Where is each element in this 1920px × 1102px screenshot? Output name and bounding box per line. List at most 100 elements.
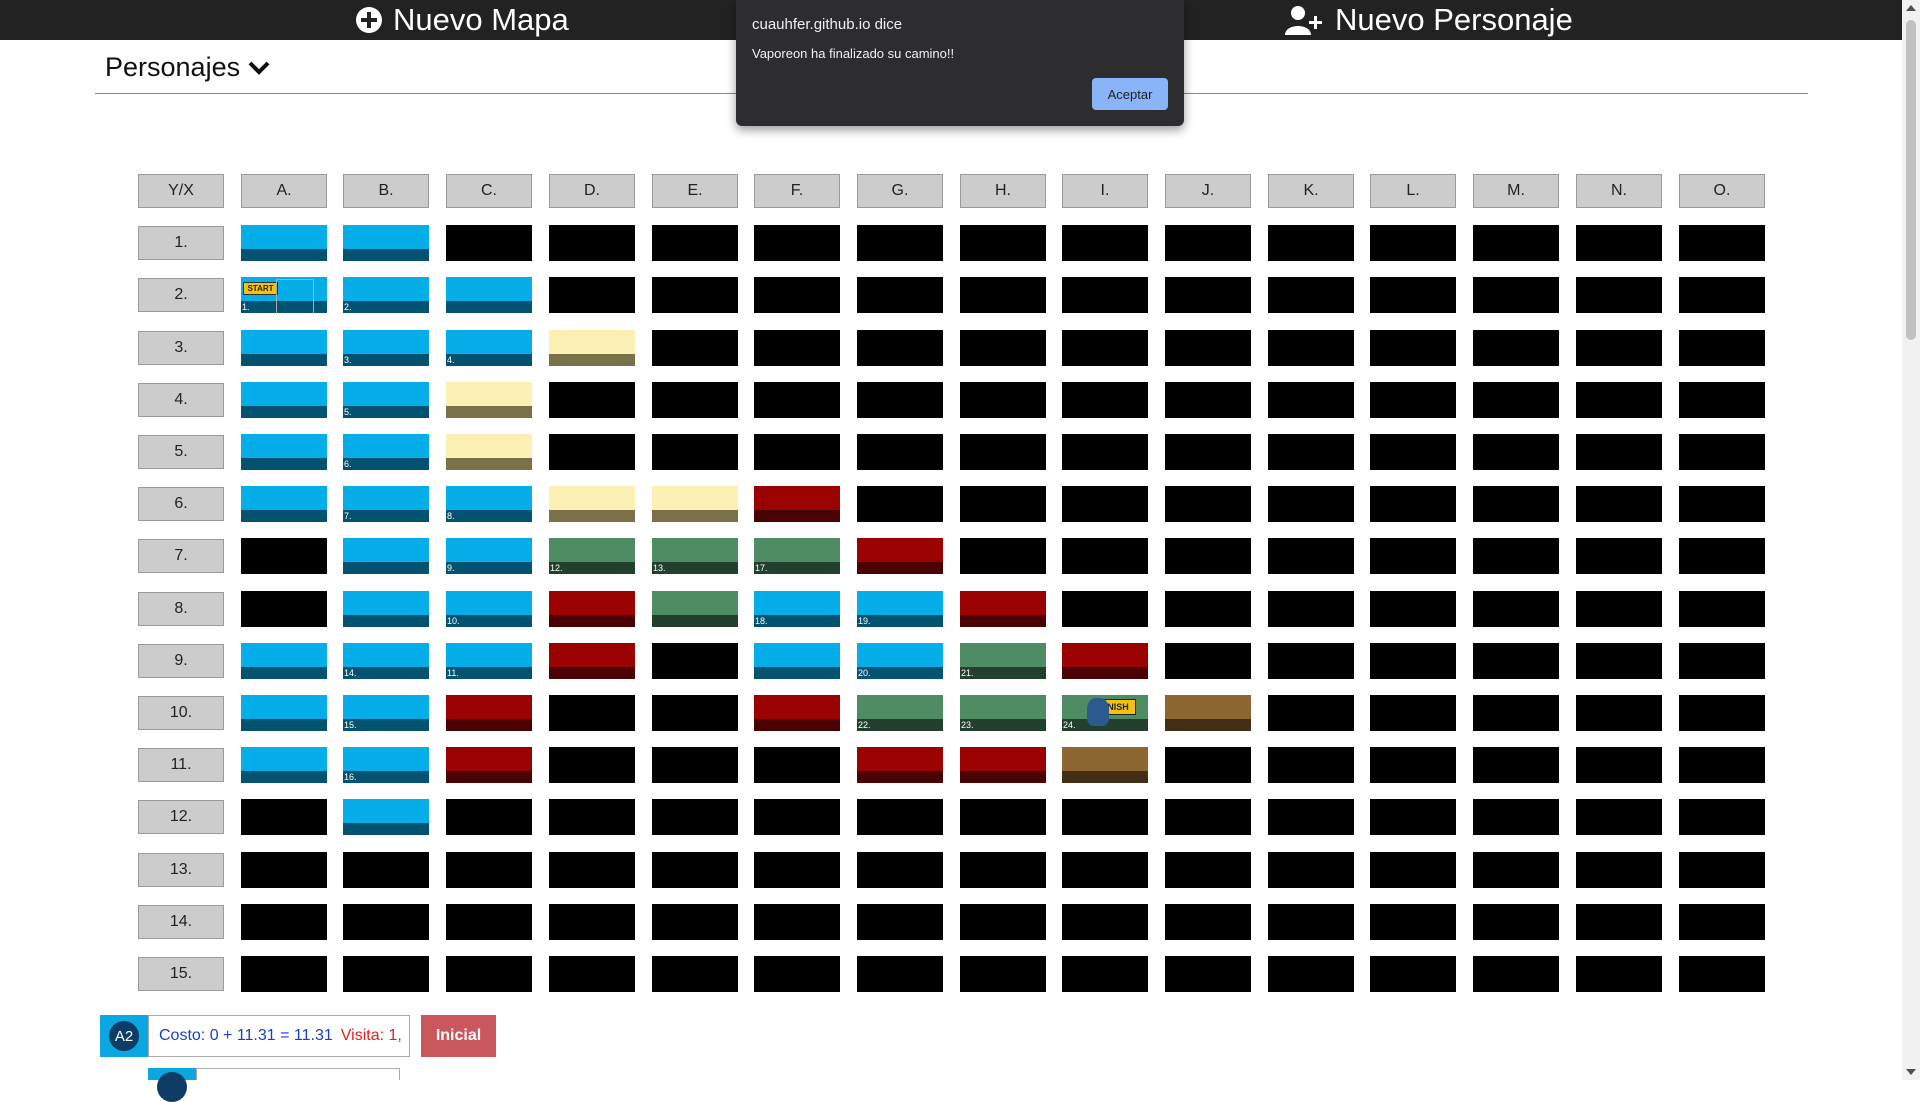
map-cell[interactable] [1576,799,1662,835]
map-cell[interactable] [1165,277,1251,313]
map-cell[interactable] [960,382,1046,418]
map-cell[interactable] [1062,434,1148,470]
map-cell[interactable] [1268,330,1354,366]
map-cell[interactable] [1473,799,1559,835]
map-cell[interactable] [754,643,840,679]
map-cell[interactable] [652,799,738,835]
map-cell[interactable] [446,799,532,835]
map-cell[interactable] [652,643,738,679]
map-cell[interactable] [1165,799,1251,835]
map-cell[interactable] [1370,277,1456,313]
map-cell[interactable] [754,277,840,313]
map-cell[interactable] [549,747,635,783]
map-cell[interactable] [1576,695,1662,731]
map-cell[interactable] [652,330,738,366]
map-cell[interactable] [241,852,327,888]
map-cell[interactable] [1576,330,1662,366]
map-cell[interactable] [1679,591,1765,627]
map-cell[interactable]: 2. [343,277,429,313]
map-cell[interactable] [1268,225,1354,261]
map-cell[interactable] [1268,486,1354,522]
map-cell[interactable] [754,799,840,835]
map-cell[interactable] [1165,538,1251,574]
map-cell[interactable] [960,330,1046,366]
map-cell[interactable] [857,904,943,940]
map-cell[interactable] [446,956,532,992]
personajes-toggle[interactable]: Personajes [105,52,270,83]
map-cell[interactable] [960,434,1046,470]
map-cell[interactable] [1268,747,1354,783]
map-cell[interactable] [857,330,943,366]
map-cell[interactable]: 3. [343,330,429,366]
map-cell[interactable] [1165,852,1251,888]
map-cell[interactable] [446,434,532,470]
map-cell[interactable] [1062,852,1148,888]
inicial-button[interactable]: Inicial [421,1015,496,1057]
map-cell[interactable] [1473,643,1559,679]
map-cell[interactable]: 5. [343,382,429,418]
map-cell[interactable] [1679,277,1765,313]
map-cell[interactable] [1576,904,1662,940]
map-cell[interactable]: 16. [343,747,429,783]
new-map-button[interactable]: Nuevo Mapa [355,0,569,40]
map-cell[interactable] [1679,904,1765,940]
map-cell[interactable] [241,799,327,835]
map-cell[interactable] [343,852,429,888]
map-cell[interactable] [1165,643,1251,679]
map-cell[interactable] [1473,852,1559,888]
map-cell[interactable] [446,277,532,313]
map-cell[interactable]: 12. [549,538,635,574]
map-cell[interactable] [960,852,1046,888]
map-cell[interactable] [1062,225,1148,261]
map-cell[interactable] [1268,277,1354,313]
map-cell[interactable] [960,225,1046,261]
map-cell[interactable] [960,904,1046,940]
map-cell[interactable] [1473,538,1559,574]
map-cell[interactable] [754,904,840,940]
map-cell[interactable] [1165,225,1251,261]
scroll-down-icon[interactable] [1906,1069,1916,1075]
map-cell[interactable] [1679,695,1765,731]
map-cell[interactable] [1576,382,1662,418]
map-cell[interactable] [1370,591,1456,627]
map-cell[interactable] [1165,904,1251,940]
map-cell[interactable] [652,434,738,470]
map-cell[interactable] [652,747,738,783]
scroll-up-icon[interactable] [1906,5,1916,11]
map-cell[interactable]: 13. [652,538,738,574]
map-cell[interactable] [1679,799,1765,835]
map-cell[interactable] [343,956,429,992]
map-cell[interactable] [1370,486,1456,522]
map-cell[interactable] [241,538,327,574]
map-cell[interactable] [652,956,738,992]
map-cell[interactable]: 9. [446,538,532,574]
map-cell[interactable] [549,904,635,940]
map-cell[interactable] [1473,591,1559,627]
map-cell[interactable]: 11. [446,643,532,679]
map-cell[interactable] [857,852,943,888]
map-cell[interactable] [1062,486,1148,522]
map-cell[interactable] [549,486,635,522]
map-cell[interactable] [857,538,943,574]
map-cell[interactable] [754,852,840,888]
map-cell[interactable] [1165,434,1251,470]
map-cell[interactable] [1062,643,1148,679]
map-cell[interactable]: 8. [446,486,532,522]
map-cell[interactable]: 24. FINISH [1062,695,1148,731]
map-cell[interactable] [754,695,840,731]
map-cell[interactable] [857,225,943,261]
map-cell[interactable]: 19. [857,591,943,627]
map-cell[interactable] [857,486,943,522]
map-cell[interactable] [549,643,635,679]
map-cell[interactable] [241,643,327,679]
map-cell[interactable] [1062,799,1148,835]
map-cell[interactable] [1576,277,1662,313]
map-cell[interactable] [1679,643,1765,679]
map-cell[interactable] [1370,695,1456,731]
map-cell[interactable] [241,591,327,627]
map-cell[interactable] [754,330,840,366]
map-cell[interactable] [549,956,635,992]
map-cell[interactable] [1165,695,1251,731]
map-cell[interactable] [1679,486,1765,522]
map-cell[interactable] [549,225,635,261]
